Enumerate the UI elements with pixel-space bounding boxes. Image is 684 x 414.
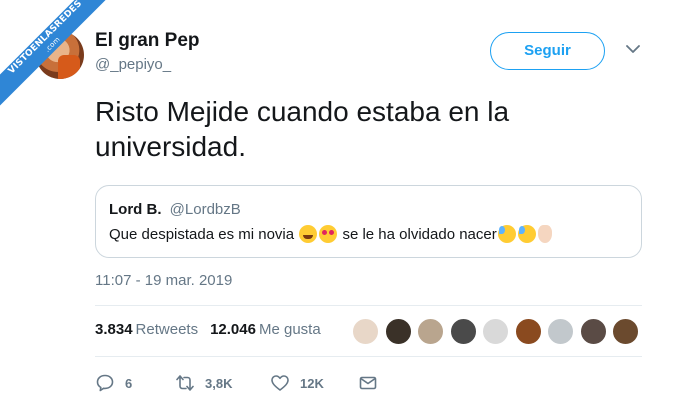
- liker-avatar[interactable]: [514, 318, 542, 345]
- liker-avatar[interactable]: [449, 318, 477, 345]
- sweat-smile-icon: [497, 225, 516, 243]
- likes-label[interactable]: Me gusta: [259, 321, 321, 338]
- divider: [95, 305, 642, 306]
- divider: [95, 356, 642, 357]
- liker-avatar[interactable]: [547, 318, 574, 345]
- quoted-tweet[interactable]: Lord B. @LordbzB Que despistada es mi no…: [95, 185, 642, 258]
- watermark-main: VISTOENLASREDES: [6, 0, 85, 77]
- quoted-user-name: Lord B.: [109, 201, 162, 218]
- reply-count: 6: [125, 375, 133, 391]
- quoted-text-part2: se le ha olvidado nacer: [342, 226, 497, 243]
- follow-button[interactable]: Seguir: [490, 32, 605, 70]
- liker-avatar[interactable]: [352, 318, 379, 345]
- liker-avatar[interactable]: [579, 318, 607, 345]
- quoted-text-part1: Que despistada es mi novia: [109, 226, 295, 243]
- envelope-icon: [359, 376, 377, 390]
- tweet-timestamp[interactable]: 11:07 - 19 mar. 2019: [95, 272, 232, 289]
- reply-icon: [96, 374, 114, 392]
- liker-avatar[interactable]: [417, 318, 444, 345]
- direct-message-button[interactable]: [358, 372, 378, 394]
- heart-icon: [271, 375, 289, 391]
- likes-count[interactable]: 12.046: [210, 321, 256, 338]
- tweet-text: Risto Mejide cuando estaba en la univers…: [95, 96, 510, 162]
- liker-avatar[interactable]: [612, 318, 639, 345]
- quoted-tweet-text: Que despistada es mi novia se le ha olvi…: [109, 225, 553, 243]
- watermark-ribbon: VISTOENLASREDES .com: [0, 0, 130, 130]
- face-with-tears-of-joy-icon: [299, 225, 318, 243]
- watermark-text: VISTOENLASREDES .com: [0, 0, 124, 116]
- liker-avatar[interactable]: [482, 318, 509, 345]
- sweat-smile-icon: [517, 225, 536, 243]
- retweet-icon: [176, 375, 194, 391]
- heart-eyes-icon: [319, 225, 338, 243]
- retweets-label[interactable]: Retweets: [136, 321, 199, 338]
- ok-hand-icon: [537, 225, 552, 243]
- quoted-user-handle: @LordbzB: [169, 201, 241, 218]
- quoted-tweet-header: Lord B. @LordbzB: [109, 201, 241, 218]
- liker-avatar[interactable]: [384, 318, 412, 345]
- retweets-count[interactable]: 3.834: [95, 321, 133, 338]
- chevron-down-icon[interactable]: [624, 40, 642, 58]
- tweet-stats: 3.834 Retweets 12.046 Me gusta: [95, 321, 321, 338]
- retweet-count: 3,8K: [205, 375, 233, 391]
- like-button[interactable]: 12K: [270, 372, 324, 394]
- likers-avatars: [352, 318, 645, 346]
- reply-button[interactable]: 6: [95, 372, 132, 394]
- tweet-actions: 6 3,8K 12K: [95, 372, 395, 394]
- retweet-button[interactable]: 3,8K: [175, 372, 232, 394]
- like-count: 12K: [300, 375, 324, 391]
